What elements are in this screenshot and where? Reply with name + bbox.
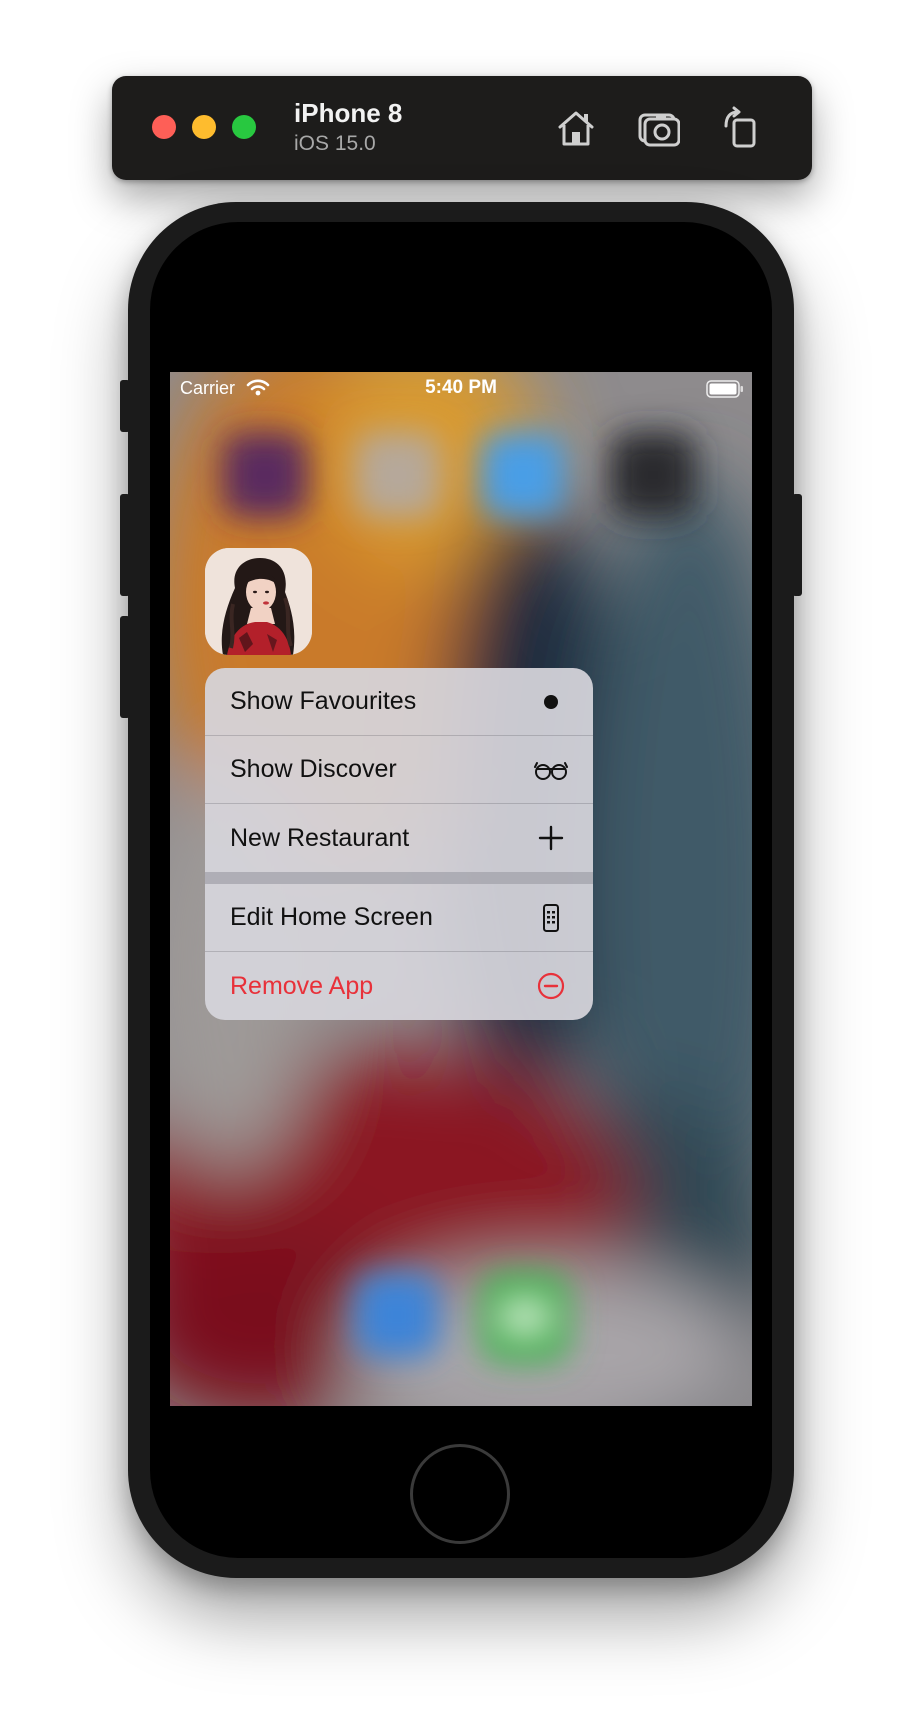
close-window-button[interactable] (152, 115, 176, 139)
volume-down-button (120, 616, 130, 718)
rotate-icon[interactable] (718, 106, 762, 150)
volume-up-button (120, 494, 130, 596)
avatar-portrait-icon (205, 548, 312, 655)
plus-icon (538, 825, 564, 851)
menu-item-remove-app[interactable]: Remove App (205, 952, 593, 1020)
zoom-window-button[interactable] (232, 115, 256, 139)
iphone-icon (543, 903, 559, 932)
home-button[interactable] (410, 1444, 510, 1544)
power-button (792, 494, 802, 596)
menu-item-show-favourites[interactable]: Show Favourites (205, 668, 593, 736)
battery-icon (706, 380, 743, 398)
menu-item-label: Remove App (230, 971, 374, 1000)
menu-section-separator (205, 872, 593, 884)
filled-circle-icon (544, 694, 558, 709)
menu-item-label: Show Discover (230, 755, 397, 783)
minimize-window-button[interactable] (192, 115, 216, 139)
menu-item-new-restaurant[interactable]: New Restaurant (205, 804, 593, 872)
device-screen: Carrier 5:40 PM Show Favourites Show Dis… (170, 372, 752, 1406)
menu-item-label: Show Favourites (230, 687, 417, 715)
os-version: iOS 15.0 (294, 132, 376, 155)
screenshot-icon[interactable] (636, 106, 680, 150)
app-icon[interactable] (205, 548, 312, 655)
home-icon[interactable] (554, 106, 598, 150)
clock: 5:40 PM (425, 377, 497, 398)
menu-item-show-discover[interactable]: Show Discover (205, 736, 593, 804)
mute-switch (120, 380, 130, 432)
eyeglasses-icon (534, 761, 568, 780)
menu-item-edit-home-screen[interactable]: Edit Home Screen (205, 884, 593, 952)
status-bar: Carrier 5:40 PM (170, 372, 752, 402)
simulator-toolbar: iPhone 8 iOS 15.0 (112, 76, 812, 180)
app-context-menu: Show Favourites Show Discover New Restau… (205, 668, 593, 1020)
menu-item-label: New Restaurant (230, 823, 410, 852)
device-name: iPhone 8 (294, 98, 403, 128)
minus-circle-icon (537, 972, 565, 1000)
menu-item-label: Edit Home Screen (230, 903, 433, 931)
